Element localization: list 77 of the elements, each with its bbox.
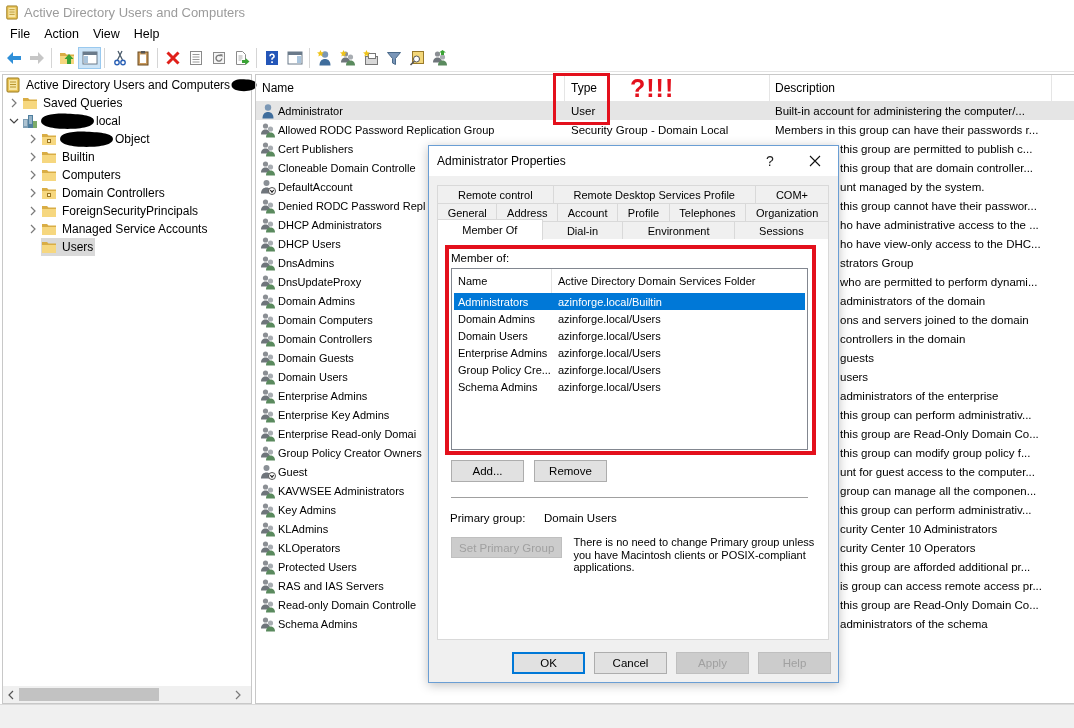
object-description: this group can perform administrativ... xyxy=(840,503,1032,516)
object-description: guests xyxy=(840,351,874,364)
object-name: Administrator xyxy=(278,104,343,117)
folder-path: azinforge.local/Users xyxy=(557,312,661,325)
object-description: strators Group xyxy=(840,256,914,269)
object-description: controllers in the domain xyxy=(840,332,966,345)
object-description: group can manage all the componen... xyxy=(840,484,1037,497)
field-label: Primary group: xyxy=(450,511,527,525)
object-type: Security Group - Domain Local xyxy=(571,123,729,136)
object-name: Cert Publishers xyxy=(278,142,354,155)
object-description: is group can access remote access pr... xyxy=(840,579,1042,592)
object-name: Domain Admins xyxy=(278,294,356,307)
folder-path: azinforge.local/Builtin xyxy=(557,295,662,308)
object-name: KLOperators xyxy=(278,541,341,554)
object-name: Enterprise Key Admins xyxy=(278,408,390,421)
object-description: ons and servers joined to the domain xyxy=(840,313,1029,326)
object-name: Domain Computers xyxy=(278,313,373,326)
group-name: Enterprise Admins xyxy=(457,346,549,359)
object-description: this group are Read-Only Domain Co... xyxy=(840,598,1039,611)
object-description: unt managed by the system. xyxy=(840,180,985,193)
folder-path: azinforge.local/Users xyxy=(557,363,661,376)
group-name: Domain Admins xyxy=(457,312,537,325)
group-label: Member of: xyxy=(451,251,511,265)
group-name: Domain Users xyxy=(457,329,529,342)
group-name: Group Policy Cre... xyxy=(457,363,552,376)
object-description: ho have view-only access to the DHC... xyxy=(840,237,1041,250)
object-description: this group cannot have their passwor... xyxy=(840,199,1037,212)
object-name: Enterprise Admins xyxy=(278,389,368,402)
object-description: this group are permitted to publish c... xyxy=(840,142,1033,155)
object-name: Domain Users xyxy=(278,370,348,383)
object-name: DHCP Administrators xyxy=(278,218,382,231)
field-value: Domain Users xyxy=(544,511,617,525)
object-name: Guest xyxy=(278,465,308,478)
object-name: Read-only Domain Controlle xyxy=(278,598,417,611)
object-description: administrators of the domain xyxy=(840,294,986,307)
object-name: DnsAdmins xyxy=(278,256,335,269)
object-description: Members in this group can have their passwords r... xyxy=(775,123,1039,136)
object-description: this group that are domain controller... xyxy=(840,161,1034,174)
object-name: KLAdmins xyxy=(278,522,329,535)
folder-path: azinforge.local/Users xyxy=(557,329,661,342)
object-description: this group are Read-Only Domain Co... xyxy=(840,427,1039,440)
object-description: curity Center 10 Operators xyxy=(840,541,976,554)
object-description: who are permitted to perform dynami... xyxy=(840,275,1038,288)
object-name: Key Admins xyxy=(278,503,337,516)
object-name: KAVWSEE Administrators xyxy=(278,484,405,497)
dialog-title: Administrator Properties xyxy=(437,154,567,168)
object-name: Domain Controllers xyxy=(278,332,373,345)
note-text: There is no need to change Primary group unless you have Macintosh clients or POSIX-compliant applications. xyxy=(573,536,816,574)
object-description: administrators of the schema xyxy=(840,617,988,630)
folder-path: azinforge.local/Users xyxy=(557,346,661,359)
object-name: DefaultAccount xyxy=(278,180,353,193)
object-description: ho have administrative access to the ... xyxy=(840,218,1039,231)
object-description: curity Center 10 Administrators xyxy=(840,522,998,535)
object-name: Denied RODC Password Repl xyxy=(278,199,426,212)
object-description: Built-in account for administering the computer/... xyxy=(775,104,1025,117)
object-description: this group can modify group policy f... xyxy=(840,446,1031,459)
object-name: DnsUpdateProxy xyxy=(278,275,362,288)
group-name: Schema Admins xyxy=(457,380,539,393)
object-description: unt for guest access to the computer... xyxy=(840,465,1035,478)
group-name: Administrators xyxy=(457,295,530,308)
window-title: Active Directory Users and Computers xyxy=(24,4,246,20)
object-description: administrators of the enterprise xyxy=(840,389,999,402)
object-type: User xyxy=(571,104,596,117)
folder-path: azinforge.local/Users xyxy=(557,380,661,393)
object-name: DHCP Users xyxy=(278,237,341,250)
object-name: RAS and IAS Servers xyxy=(278,579,384,592)
object-name: Enterprise Read-only Domai xyxy=(278,427,417,440)
object-name: Group Policy Creator Owners xyxy=(278,446,422,459)
object-name: Allowed RODC Password Replication Group xyxy=(278,123,495,136)
object-name: Cloneable Domain Controlle xyxy=(278,161,416,174)
object-description: this group can perform administrativ... xyxy=(840,408,1032,421)
object-name: Protected Users xyxy=(278,560,357,573)
object-name: Domain Guests xyxy=(278,351,354,364)
annotation-text: ?!!! xyxy=(630,75,675,101)
object-description: this group are afforded additional pr... xyxy=(840,560,1031,573)
object-name: Schema Admins xyxy=(278,617,358,630)
object-description: users xyxy=(840,370,869,383)
